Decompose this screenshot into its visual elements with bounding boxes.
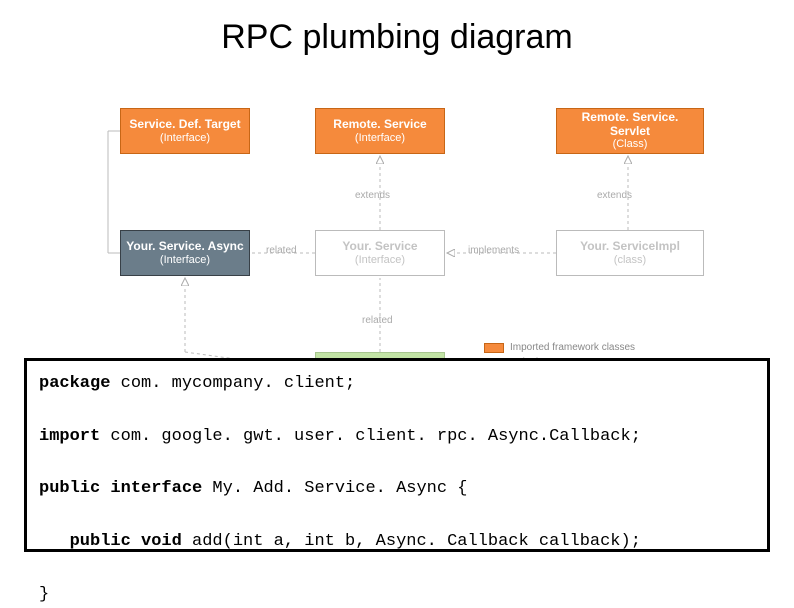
box-service-def-target: Service. Def. Target (Interface)	[120, 108, 250, 154]
box-sublabel: (class)	[614, 254, 646, 267]
box-sublabel: (Interface)	[355, 132, 405, 145]
box-sublabel: (Class)	[613, 138, 648, 151]
code-text: com. mycompany. client;	[110, 374, 355, 393]
code-text: add(int a, int b, Async. Callback callba…	[182, 532, 641, 551]
edge-related-1: related	[266, 245, 297, 256]
edge-implements: implements	[468, 245, 519, 256]
box-your-service-impl: Your. ServiceImpl (class)	[556, 230, 704, 276]
box-your-service: Your. Service (Interface)	[315, 230, 445, 276]
edge-extends-2: extends	[597, 190, 632, 201]
box-label: Your. Service	[342, 240, 417, 254]
code-keyword: package	[39, 374, 110, 393]
legend-label: Imported framework classes	[510, 342, 635, 353]
code-text: My. Add. Service. Async {	[202, 479, 467, 498]
box-label: Service. Def. Target	[129, 118, 240, 132]
box-label: Your. ServiceImpl	[580, 240, 680, 254]
box-label: Remote. Service. Servlet	[561, 111, 699, 139]
code-text: com. google. gwt. user. client. rpc. Asy…	[100, 427, 641, 446]
edge-extends-1: extends	[355, 190, 390, 201]
edge-related-2: related	[362, 315, 393, 326]
box-sublabel: (Interface)	[160, 132, 210, 145]
box-label: Your. Service. Async	[126, 240, 243, 254]
box-sublabel: (Interface)	[355, 254, 405, 267]
code-text: }	[39, 585, 49, 604]
box-remote-service: Remote. Service (Interface)	[315, 108, 445, 154]
code-overlay: package com. mycompany. client; import c…	[24, 358, 770, 552]
code-keyword: public interface	[39, 479, 202, 498]
box-sublabel: (Interface)	[160, 254, 210, 267]
legend-swatch-framework	[484, 343, 504, 353]
box-remote-service-servlet: Remote. Service. Servlet (Class)	[556, 108, 704, 154]
box-label: Remote. Service	[333, 118, 426, 132]
code-keyword: import	[39, 427, 100, 446]
legend-row: Imported framework classes	[484, 342, 764, 353]
code-keyword: public void	[70, 532, 182, 551]
box-your-service-async: Your. Service. Async (Interface)	[120, 230, 250, 276]
